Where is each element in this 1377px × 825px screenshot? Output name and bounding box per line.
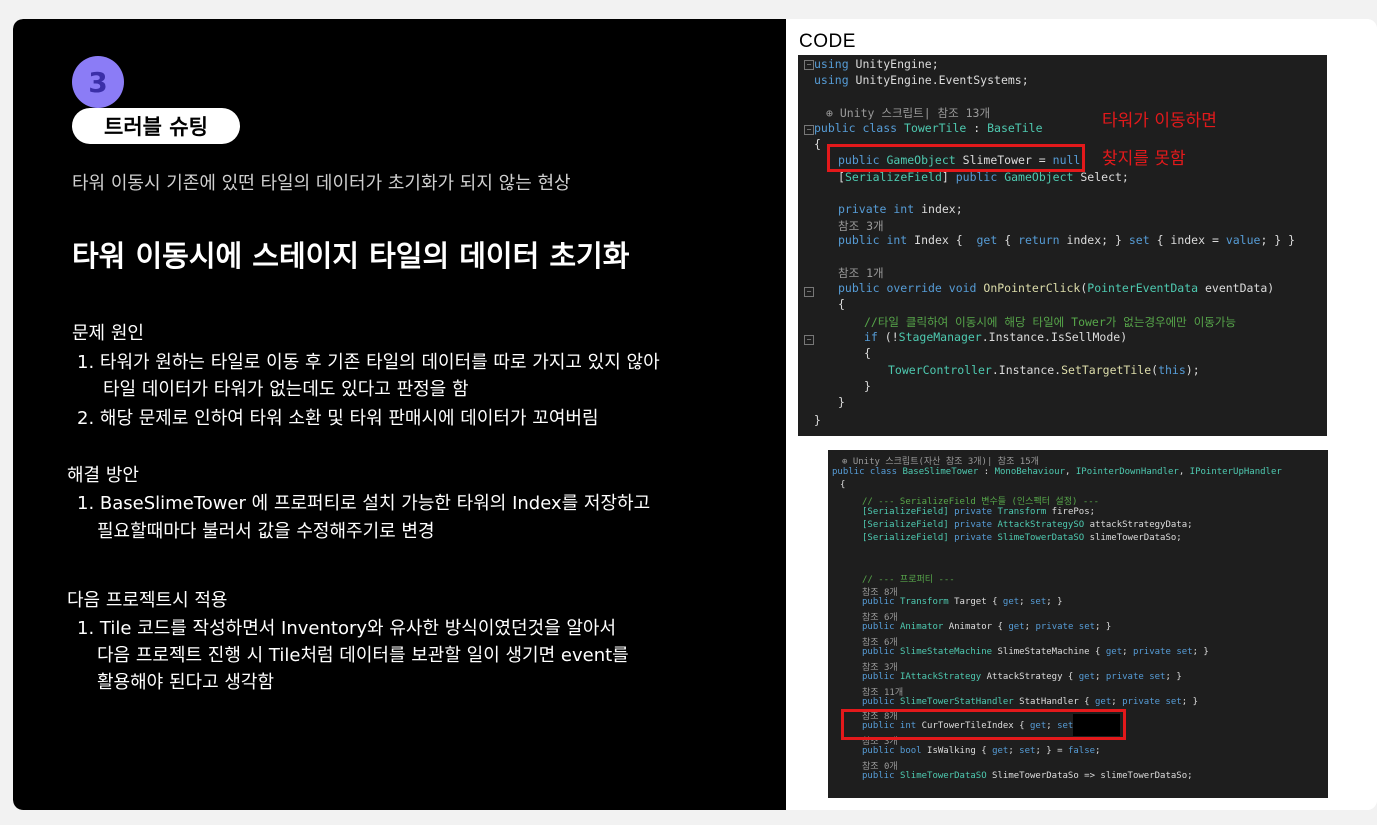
code-line: public IAttackStrategy AttackStrategy { … bbox=[862, 672, 1182, 682]
next-project-title: 다음 프로젝트시 적용 bbox=[67, 590, 228, 611]
problem-item-1-cont: 타일 데이터가 타워가 없는데도 있다고 판정을 함 bbox=[103, 379, 469, 400]
codelens-reference: 참조 1개 bbox=[838, 266, 884, 280]
code-line: } bbox=[814, 413, 821, 427]
code-line: public class TowerTile : BaseTile bbox=[814, 121, 1043, 135]
code-line: } bbox=[838, 395, 845, 409]
fold-icon: − bbox=[804, 287, 814, 297]
code-line: public Transform Target { get; set; } bbox=[862, 597, 1063, 607]
code-line: if (!StageManager.Instance.IsSellMode) bbox=[864, 330, 1128, 344]
next-item-1-cont-2: 활용해야 된다고 생각함 bbox=[97, 672, 275, 693]
code-line: public int Index { get { return index; }… bbox=[838, 233, 1296, 247]
code-line: { bbox=[838, 297, 845, 311]
slide: 3 트러블 슈팅 타워 이동시 기존에 있떤 타일의 데이터가 초기화가 되지 … bbox=[13, 19, 1377, 810]
problem-title: 문제 원인 bbox=[72, 323, 144, 344]
code-line: TowerController.Instance.SetTargetTile(t… bbox=[888, 363, 1200, 377]
code-comment: // --- SerializeField 변수들 (인스펙터 설정) --- bbox=[862, 497, 1100, 507]
solution-item-1: 1. BaseSlimeTower 에 프로퍼티로 설치 가능한 타워의 Ind… bbox=[77, 493, 651, 514]
code-line: [SerializeField] public GameObject Selec… bbox=[838, 170, 1129, 184]
code-line: } bbox=[864, 379, 871, 393]
codelens-reference: ⊕ Unity 스크립트| 참조 13개 bbox=[826, 106, 991, 120]
fold-icon: − bbox=[804, 125, 814, 135]
codelens-reference: ⊕ Unity 스크립트(자산 참조 3개)| 참조 15개 bbox=[842, 457, 1039, 467]
code-line: public SlimeTowerDataSO SlimeTowerDataSo… bbox=[862, 771, 1193, 781]
code-gutter bbox=[798, 55, 820, 436]
code-line: public SlimeTowerStatHandler StatHandler… bbox=[862, 697, 1198, 707]
code-line: public bool IsWalking { get; set; } = fa… bbox=[862, 746, 1101, 756]
solution-item-1-cont: 필요할때마다 불러서 값을 수정해주기로 변경 bbox=[97, 521, 435, 542]
fold-icon: − bbox=[804, 60, 814, 70]
code-comment: // --- 프로퍼티 --- bbox=[862, 575, 955, 585]
solution-title: 해결 방안 bbox=[67, 465, 139, 486]
code-line: [SerializeField] private SlimeTowerDataS… bbox=[862, 533, 1182, 543]
code-line: public class BaseSlimeTower : MonoBehavi… bbox=[832, 467, 1282, 477]
code-line: { bbox=[814, 137, 821, 151]
next-item-1: 1. Tile 코드를 작성하면서 Inventory와 유사한 방식이였던것을… bbox=[77, 618, 617, 639]
issue-subtitle: 타워 이동시 기존에 있떤 타일의 데이터가 초기화가 되지 않는 현상 bbox=[72, 173, 571, 194]
annotation-text: 타워가 이동하면 bbox=[1102, 111, 1217, 131]
problem-item-2: 2. 해당 문제로 인하여 타워 소환 및 타워 판매시에 데이터가 꼬여버림 bbox=[77, 408, 599, 429]
next-item-1-cont: 다음 프로젝트 진행 시 Tile처럼 데이터를 보관할 일이 생기면 even… bbox=[97, 645, 629, 666]
code-line: private int index; bbox=[838, 202, 963, 216]
code-line: [SerializeField] private AttackStrategyS… bbox=[862, 520, 1193, 530]
annotation-text: 찾지를 못함 bbox=[1102, 149, 1186, 169]
highlight-box bbox=[827, 144, 1085, 172]
code-line: using UnityEngine.EventSystems; bbox=[814, 73, 1029, 87]
problem-item-1: 1. 타워가 원하는 타일로 이동 후 기존 타일의 데이터를 따로 가지고 있… bbox=[77, 352, 660, 373]
code-line: { bbox=[840, 480, 846, 490]
code-line: public SlimeStateMachine SlimeStateMachi… bbox=[862, 647, 1209, 657]
section-title-pill: 트러블 슈팅 bbox=[72, 108, 240, 144]
codelens-reference: 참조 3개 bbox=[838, 219, 884, 233]
code-screenshot-tower-tile: − − − − using UnityEngine; using UnityEn… bbox=[798, 55, 1327, 436]
code-screenshot-base-slime-tower: ⊕ Unity 스크립트(자산 참조 3개)| 참조 15개 public cl… bbox=[828, 450, 1328, 798]
highlight-box bbox=[841, 709, 1126, 740]
code-line: public override void OnPointerClick(Poin… bbox=[838, 281, 1275, 295]
issue-headline: 타워 이동시에 스테이지 타일의 데이터 초기화 bbox=[72, 239, 630, 273]
code-label: CODE bbox=[799, 31, 856, 52]
right-panel: CODE − − − − using UnityEngine; using Un… bbox=[786, 19, 1377, 810]
code-line: public Animator Animator { get; private … bbox=[862, 622, 1112, 632]
code-line: [SerializeField] private Transform fireP… bbox=[862, 507, 1096, 517]
code-line: { bbox=[864, 346, 871, 360]
code-line: using UnityEngine; bbox=[814, 57, 939, 71]
left-panel: 3 트러블 슈팅 타워 이동시 기존에 있떤 타일의 데이터가 초기화가 되지 … bbox=[13, 19, 786, 810]
fold-icon: − bbox=[804, 335, 814, 345]
section-number-badge: 3 bbox=[72, 56, 124, 108]
code-comment: //타일 클릭하여 이동시에 해당 타일에 Tower가 없는경우에만 이동가능 bbox=[864, 315, 1237, 329]
